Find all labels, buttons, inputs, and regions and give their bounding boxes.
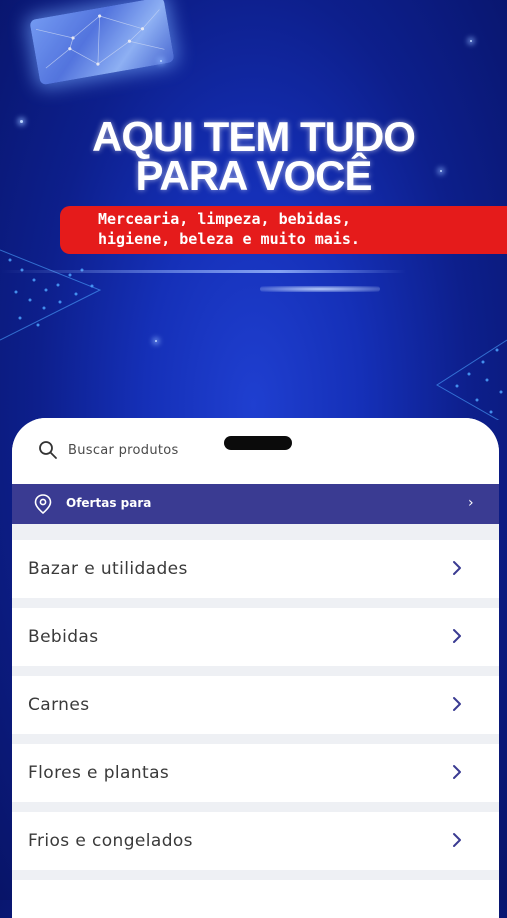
chevron-right-icon xyxy=(453,561,461,575)
search-header: Buscar produtos xyxy=(12,418,499,484)
phone-mockup: Buscar produtos Ofertas para › Bazar e u… xyxy=(12,418,499,918)
sparkle xyxy=(160,60,162,62)
location-pin-icon xyxy=(34,494,52,515)
search-input[interactable]: Buscar produtos xyxy=(68,443,179,458)
category-label: Carnes xyxy=(28,695,90,715)
headline-line2: PARA VOCÊ xyxy=(135,152,372,199)
category-label: Bebidas xyxy=(28,627,99,647)
category-item-flores[interactable]: Flores e plantas xyxy=(12,744,499,802)
category-item-bazar[interactable]: Bazar e utilidades xyxy=(12,540,499,598)
chevron-right-icon xyxy=(453,629,461,643)
promo-banner: AQUI TEM TUDO PARA VOCÊ Mercearia, limpe… xyxy=(0,0,507,420)
search-bar[interactable]: Buscar produtos xyxy=(38,438,179,462)
category-label: Flores e plantas xyxy=(28,763,170,783)
category-item-partial[interactable] xyxy=(12,880,499,918)
sparkle xyxy=(155,340,157,342)
category-item-bebidas[interactable]: Bebidas xyxy=(12,608,499,666)
category-item-frios[interactable]: Frios e congelados xyxy=(12,812,499,870)
chevron-right-icon: › xyxy=(468,495,474,511)
offers-location-bar[interactable]: Ofertas para › xyxy=(12,484,499,524)
light-glow xyxy=(260,286,380,292)
chevron-right-icon xyxy=(453,765,461,779)
dot-mesh-graphic xyxy=(436,339,507,420)
tagline-line1: Mercearia, limpeza, bebidas, xyxy=(98,210,351,228)
promo-tagline-banner: Mercearia, limpeza, bebidas, higiene, be… xyxy=(60,206,507,254)
tagline-line2: higiene, beleza e muito mais. xyxy=(98,230,360,248)
search-icon xyxy=(39,441,57,459)
light-streak xyxy=(0,270,507,273)
category-label: Frios e congelados xyxy=(28,831,193,851)
sparkle xyxy=(470,40,472,42)
chevron-right-icon xyxy=(453,833,461,847)
phone-notch xyxy=(224,436,292,450)
category-list: Bazar e utilidades Bebidas Carnes Flores… xyxy=(12,540,499,918)
category-label: Bazar e utilidades xyxy=(28,559,188,579)
offers-label: Ofertas para xyxy=(66,496,152,510)
circuit-card-graphic xyxy=(29,0,175,86)
chevron-right-icon xyxy=(453,697,461,711)
category-item-carnes[interactable]: Carnes xyxy=(12,676,499,734)
